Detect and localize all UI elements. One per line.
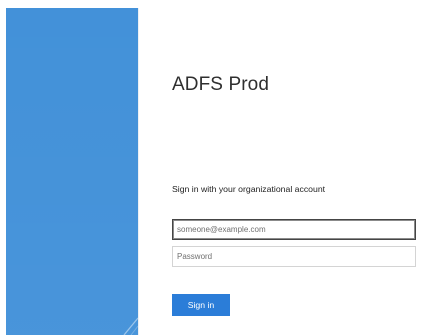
panel-divider <box>138 8 139 335</box>
email-input[interactable] <box>172 219 416 240</box>
sign-in-content: ADFS Prod Sign in with your organization… <box>172 0 422 335</box>
left-panel-decoration-icon <box>123 317 138 335</box>
adfs-sign-in-page: ADFS Prod Sign in with your organization… <box>0 0 437 335</box>
sign-in-button[interactable]: Sign in <box>172 294 230 316</box>
left-brand-panel <box>6 8 138 335</box>
sign-in-instruction: Sign in with your organizational account <box>172 184 326 194</box>
password-input[interactable] <box>172 246 416 267</box>
page-title: ADFS Prod <box>172 74 269 95</box>
